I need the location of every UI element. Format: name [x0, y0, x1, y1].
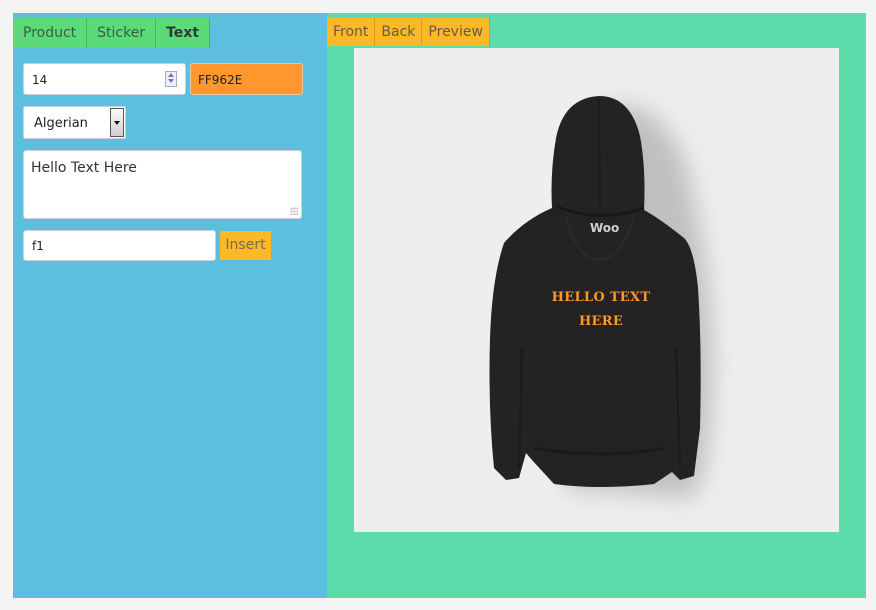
- design-canvas[interactable]: Woo HELLO TEXT HERE: [354, 48, 839, 532]
- tab-sticker[interactable]: Sticker: [87, 18, 157, 48]
- brand-label: Woo: [590, 221, 620, 235]
- spin-up-icon[interactable]: [168, 73, 174, 77]
- font-size-value: 14: [32, 73, 48, 87]
- field-id-input[interactable]: f1: [23, 230, 216, 261]
- resize-grip-icon[interactable]: [290, 207, 298, 215]
- text-input-area[interactable]: Hello Text Here: [23, 150, 302, 219]
- font-family-value: Algerian: [34, 116, 88, 131]
- insert-button[interactable]: Insert: [220, 231, 271, 260]
- design-text[interactable]: HELLO TEXT HERE: [544, 286, 658, 334]
- font-size-spinner[interactable]: [165, 71, 177, 87]
- spin-down-icon[interactable]: [168, 79, 174, 83]
- preview-panel: Front Back Preview Woo HELLO TEXT HERE: [327, 13, 866, 598]
- tab-front[interactable]: Front: [327, 18, 376, 46]
- tab-product[interactable]: Product: [13, 18, 88, 48]
- design-text-line-2: HERE: [578, 314, 624, 329]
- tab-preview[interactable]: Preview: [422, 18, 490, 46]
- design-text-line-1: HELLO TEXT: [551, 290, 651, 305]
- field-id-value: f1: [32, 239, 44, 253]
- chevron-down-icon[interactable]: [110, 108, 124, 137]
- panel-tabs: Product Sticker Text: [13, 18, 211, 48]
- font-family-select[interactable]: Algerian: [23, 106, 126, 139]
- font-size-input[interactable]: 14: [23, 63, 186, 95]
- tab-back[interactable]: Back: [375, 18, 423, 46]
- text-value: Hello Text Here: [31, 160, 137, 176]
- view-tabs: Front Back Preview: [327, 18, 490, 46]
- color-picker-input[interactable]: FF962E: [190, 63, 303, 95]
- design-panel: Product Sticker Text 14 FF962E Algerian …: [13, 13, 327, 598]
- tab-text[interactable]: Text: [156, 18, 211, 48]
